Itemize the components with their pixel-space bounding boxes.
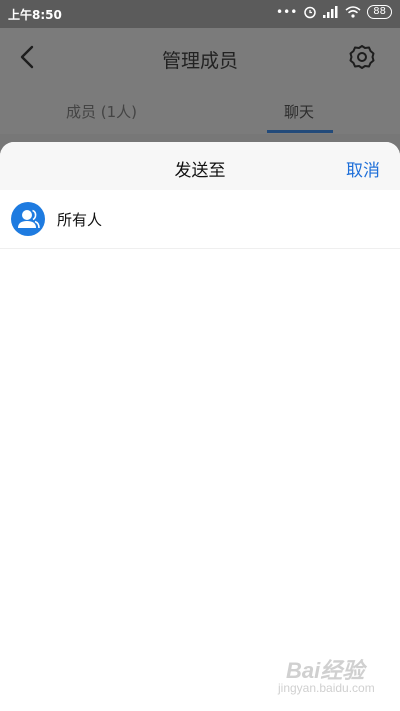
page-title: 管理成员 — [161, 50, 238, 72]
status-icons: ••• 88 — [276, 5, 392, 19]
list-item-everyone[interactable]: 所有人 — [0, 190, 400, 249]
wifi-icon — [345, 6, 361, 18]
tab-active-indicator — [267, 130, 333, 133]
baidu-watermark: Bai经验 jingyan.baidu.com — [278, 651, 375, 701]
sheet-title: 发送至 — [174, 161, 226, 181]
tab-members[interactable]: 成员 (1人) — [66, 101, 137, 122]
watermark-url: jingyan.baidu.com — [278, 681, 375, 695]
app-header: 管理成员 — [0, 28, 400, 88]
status-bar: 上午8:50 ••• 88 — [0, 0, 400, 28]
list-item-label: 所有人 — [57, 211, 103, 229]
cancel-button[interactable]: 取消 — [346, 156, 380, 181]
more-dots-icon: ••• — [276, 5, 298, 19]
gear-icon[interactable] — [348, 43, 376, 71]
send-to-sheet: 发送至 取消 所有人 Bai经验 jingyan.baidu.com — [0, 142, 400, 711]
avatar — [11, 202, 45, 236]
battery-indicator: 88 — [367, 5, 392, 19]
tab-bar: 成员 (1人) 聊天 — [0, 88, 400, 134]
signal-icon — [323, 6, 338, 18]
group-users-icon — [18, 209, 40, 229]
alarm-icon — [304, 6, 317, 19]
status-time: 上午8:50 — [8, 8, 62, 22]
sheet-header: 发送至 取消 — [0, 142, 400, 190]
tab-chat[interactable]: 聊天 — [284, 101, 314, 122]
